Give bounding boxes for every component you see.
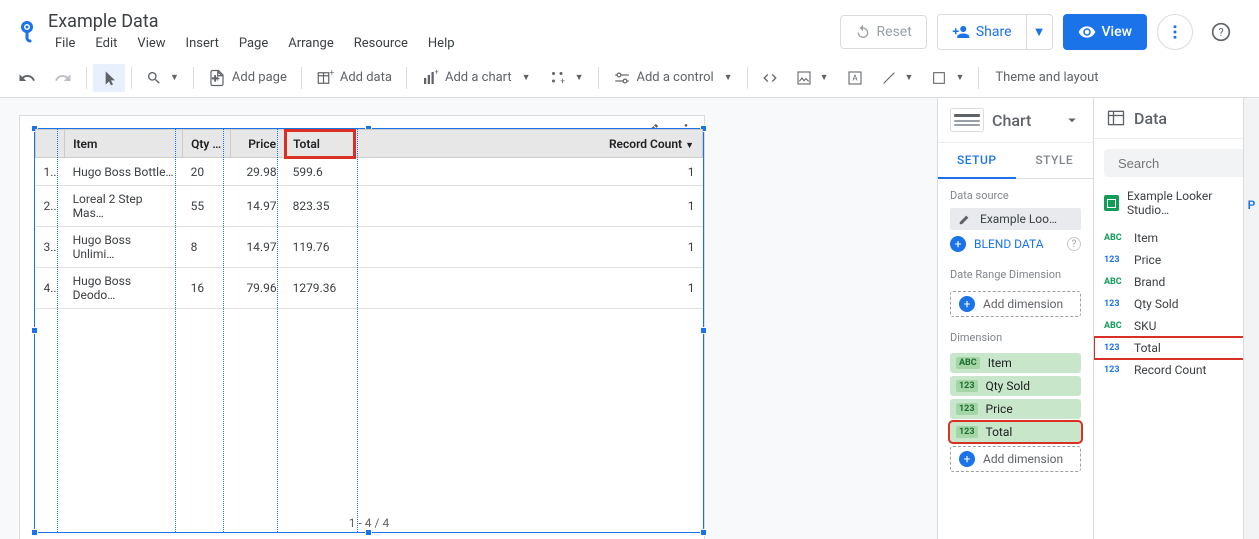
field-item[interactable]: ABCBrand (1094, 271, 1259, 293)
data-icon (1106, 108, 1126, 128)
eye-icon (1078, 23, 1096, 41)
dimension-label: Dimension (938, 321, 1093, 350)
zoom-tool[interactable]: ▼ (138, 64, 187, 92)
data-source-name[interactable]: Example Looker Studio… (1094, 187, 1259, 227)
col-record-count[interactable]: Record Count ▼ (355, 130, 703, 158)
search-input[interactable] (1118, 156, 1259, 171)
data-source-chip[interactable]: Example Loo… (950, 208, 1081, 230)
menu-edit[interactable]: Edit (88, 34, 124, 53)
community-viz-button[interactable]: +▼ (541, 63, 592, 93)
add-page-icon: + (208, 69, 226, 87)
undo-icon (855, 24, 871, 40)
share-dropdown[interactable]: ▼ (1027, 14, 1053, 50)
table-chart-icon[interactable] (950, 108, 984, 132)
svg-text:+: + (560, 76, 565, 86)
menu-bar: File Edit View Insert Page Arrange Resou… (48, 34, 840, 53)
dimension-chip[interactable]: 123Total (950, 422, 1081, 442)
help-icon: ? (1211, 22, 1231, 42)
menu-insert[interactable]: Insert (179, 34, 226, 53)
date-range-label: Date Range Dimension (938, 258, 1093, 287)
canvas[interactable]: Item Qty … Price Total Record Count ▼ 1.… (0, 98, 937, 539)
select-tool[interactable] (93, 64, 125, 92)
svg-text:+: + (329, 69, 334, 78)
chart-icon: + (421, 69, 439, 87)
reset-button[interactable]: Reset (840, 15, 927, 49)
svg-text:+: + (434, 69, 438, 76)
dimension-chip[interactable]: ABCItem (950, 353, 1081, 373)
image-button[interactable]: ▼ (788, 64, 837, 92)
table-row[interactable]: 4..Hugo Boss Deodo…1679.961279.361 (36, 268, 703, 309)
add-data-icon: + (316, 69, 334, 87)
search-field[interactable] (1104, 149, 1249, 177)
control-icon (613, 69, 631, 87)
add-date-dimension[interactable]: +Add dimension (950, 291, 1081, 317)
doc-title[interactable]: Example Data (48, 11, 840, 32)
menu-resource[interactable]: Resource (347, 34, 415, 53)
table-row[interactable]: 2..Loreal 2 Step Mas…5514.97823.351 (36, 186, 703, 227)
chevron-down-icon[interactable] (1063, 111, 1081, 129)
add-data-button[interactable]: + Add data (308, 63, 400, 93)
menu-view[interactable]: View (130, 34, 172, 53)
table-paging: 1 - 4 / 4 (349, 516, 389, 530)
dimension-chip[interactable]: 123Qty Sold (950, 376, 1081, 396)
blend-help-icon[interactable]: ? (1067, 237, 1081, 251)
embed-button[interactable] (754, 64, 786, 92)
blend-data-button[interactable]: + BLEND DATA ? (938, 230, 1093, 258)
field-item[interactable]: ABCSKU (1094, 315, 1259, 337)
col-total[interactable]: Total (285, 130, 355, 158)
chart-selection[interactable]: Item Qty … Price Total Record Count ▼ 1.… (34, 128, 704, 533)
table-row[interactable]: 1..Hugo Boss Bottle…2029.98599.61 (36, 158, 703, 186)
undo-button[interactable] (10, 63, 44, 93)
field-item[interactable]: 123Total (1094, 337, 1259, 359)
more-vert-icon (1166, 23, 1184, 41)
theme-layout-button[interactable]: Theme and layout (995, 70, 1098, 85)
add-page-button[interactable]: + Add page (200, 63, 295, 93)
sheets-icon (1104, 195, 1119, 211)
text-button[interactable]: A (839, 64, 871, 92)
menu-file[interactable]: File (48, 34, 82, 53)
more-options-button[interactable] (1157, 14, 1193, 50)
chart-panel: Chart SETUP STYLE Data source Example Lo… (937, 98, 1093, 539)
svg-text:+: + (215, 74, 220, 84)
toolbar: ▼ + Add page + Add data + Add a chart▼ +… (0, 58, 1259, 98)
view-button[interactable]: View (1063, 14, 1148, 50)
menu-help[interactable]: Help (421, 34, 462, 53)
svg-text:?: ? (1218, 26, 1223, 39)
tab-setup[interactable]: SETUP (938, 143, 1016, 179)
svg-text:A: A (852, 73, 858, 82)
add-control-button[interactable]: Add a control▼ (605, 63, 741, 93)
line-button[interactable]: ▼ (873, 64, 922, 92)
redo-button[interactable] (46, 63, 80, 93)
add-chart-button[interactable]: + Add a chart▼ (413, 63, 539, 93)
table-row[interactable]: 3..Hugo Boss Unlimi…814.97119.761 (36, 227, 703, 268)
col-item[interactable]: Item (65, 130, 183, 158)
person-add-icon (952, 23, 970, 41)
properties-sidebar-tab[interactable]: P (1243, 98, 1259, 539)
help-button[interactable]: ? (1203, 14, 1239, 50)
data-table: Item Qty … Price Total Record Count ▼ 1.… (35, 129, 703, 309)
add-dimension-button[interactable]: +Add dimension (950, 446, 1081, 472)
field-item[interactable]: 123Price (1094, 249, 1259, 271)
shape-button[interactable]: ▼ (923, 64, 972, 92)
menu-page[interactable]: Page (232, 34, 275, 53)
data-source-label: Data source (938, 179, 1093, 208)
dimension-chip[interactable]: 123Price (950, 399, 1081, 419)
tab-style[interactable]: STYLE (1016, 143, 1094, 178)
field-item[interactable]: ABCItem (1094, 227, 1259, 249)
data-panel: Data Example Looker Studio… ABCItem123Pr… (1093, 98, 1259, 539)
pencil-icon (958, 212, 972, 226)
field-item[interactable]: 123Qty Sold (1094, 293, 1259, 315)
share-button[interactable]: Share (937, 14, 1027, 50)
app-logo[interactable] (10, 15, 44, 49)
menu-arrange[interactable]: Arrange (281, 34, 340, 53)
field-item[interactable]: 123Record Count (1094, 359, 1259, 381)
